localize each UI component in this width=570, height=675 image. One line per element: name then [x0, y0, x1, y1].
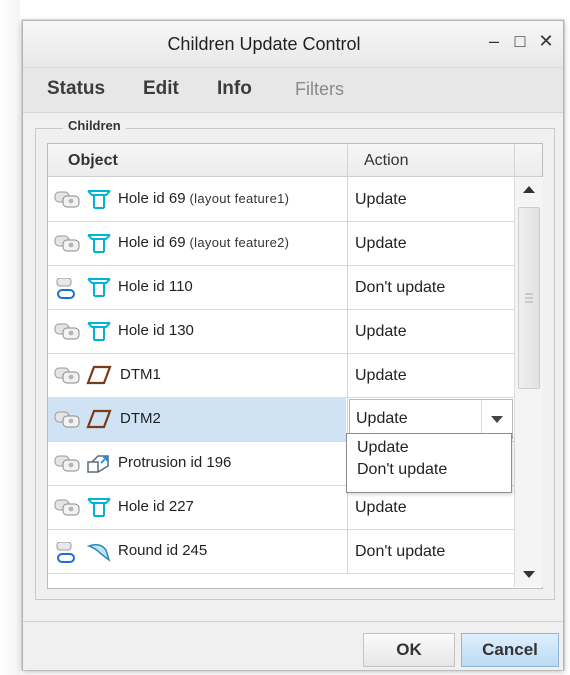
object-name: Hole id 110: [118, 278, 193, 295]
menu-info[interactable]: Info: [217, 78, 252, 100]
unlinked-icon: [54, 277, 82, 299]
object-label: DTM2: [120, 410, 161, 427]
linked-update-icon: [54, 454, 82, 472]
object-note: (layout feature1): [189, 191, 290, 206]
close-button[interactable]: ✕: [535, 31, 557, 52]
header-divider: [514, 144, 515, 176]
table-row[interactable]: DTM1 Update: [48, 353, 514, 398]
column-header-action[interactable]: Action: [364, 152, 408, 170]
object-label: Hole id 69: [118, 190, 186, 207]
menu-bar: Status Edit Info Filters: [23, 68, 563, 113]
object-name: DTM1: [120, 366, 161, 383]
object-note: (layout feature2): [189, 235, 290, 250]
object-name: Hole id 227: [118, 498, 194, 515]
object-label: Hole id 227: [118, 498, 194, 515]
object-cell[interactable]: Round id 245: [48, 529, 346, 573]
action-select-value: Update: [356, 410, 408, 427]
table-row[interactable]: Hole id 69 (layout feature2) Update: [48, 221, 514, 266]
menu-status[interactable]: Status: [47, 78, 105, 100]
object-cell[interactable]: Hole id 69 (layout feature1): [48, 177, 346, 221]
hole-feature-icon: [86, 188, 112, 210]
linked-update-icon: [54, 366, 82, 384]
object-name: Protrusion id 196: [118, 454, 231, 471]
maximize-button[interactable]: □: [509, 31, 531, 52]
object-cell[interactable]: Hole id 130: [48, 309, 346, 353]
dialog-footer: OK Cancel: [23, 621, 563, 670]
title-bar: Children Update Control – □ ✕: [23, 21, 563, 68]
action-value: Don't update: [355, 543, 446, 560]
action-value: Update: [355, 323, 407, 340]
linked-update-icon: [54, 498, 82, 516]
object-name: Hole id 130: [118, 322, 194, 339]
object-name: Round id 245: [118, 542, 207, 559]
linked-update-icon: [54, 234, 82, 252]
action-value: Update: [355, 499, 407, 516]
dropdown-option-dont-update[interactable]: Don't update: [357, 461, 447, 479]
hole-feature-icon: [86, 320, 112, 342]
object-cell[interactable]: Hole id 69 (layout feature2): [48, 221, 346, 265]
object-cell[interactable]: DTM2: [48, 397, 346, 441]
scrollbar-thumb[interactable]: [518, 207, 540, 389]
unlinked-icon: [54, 541, 82, 563]
table-header: Object Action: [48, 144, 542, 177]
object-label: Hole id 69: [118, 234, 186, 251]
header-divider: [347, 144, 348, 176]
scroll-down-arrow-icon[interactable]: [515, 561, 543, 587]
action-value: Update: [355, 191, 407, 208]
action-value: Don't update: [355, 279, 446, 296]
linked-update-icon: [54, 190, 82, 208]
object-name: DTM2: [120, 410, 161, 427]
table-row[interactable]: Hole id 110 Don't update: [48, 265, 514, 310]
protrusion-feature-icon: [86, 452, 112, 474]
dropdown-option-update[interactable]: Update: [357, 439, 409, 457]
action-value: Update: [355, 367, 407, 384]
object-label: Hole id 130: [118, 322, 194, 339]
hole-feature-icon: [86, 276, 112, 298]
linked-update-icon: [54, 410, 82, 428]
object-cell[interactable]: Hole id 110: [48, 265, 346, 309]
children-update-control-dialog: Children Update Control – □ ✕ Status Edi…: [22, 20, 564, 670]
object-label: Round id 245: [118, 542, 208, 559]
table-row[interactable]: Hole id 69 (layout feature1) Update: [48, 177, 514, 222]
minimize-button[interactable]: –: [483, 31, 505, 52]
object-name: Hole id 69 (layout feature1): [118, 190, 289, 207]
vertical-scrollbar[interactable]: [514, 177, 543, 587]
cancel-button[interactable]: Cancel: [461, 633, 559, 667]
hole-feature-icon: [86, 496, 112, 518]
children-group-label: Children: [63, 118, 126, 133]
hole-feature-icon: [86, 232, 112, 254]
object-label: Protrusion id 196: [118, 454, 232, 471]
linked-update-icon: [54, 322, 82, 340]
background-window-edge: [0, 0, 20, 675]
column-header-object[interactable]: Object: [68, 152, 118, 170]
action-dropdown-list[interactable]: Update Don't update: [346, 433, 512, 493]
ok-button[interactable]: OK: [363, 633, 455, 667]
object-cell[interactable]: Protrusion id 196: [48, 441, 346, 485]
menu-edit[interactable]: Edit: [143, 78, 179, 100]
datum-plane-icon: [86, 408, 112, 430]
window-title: Children Update Control: [167, 34, 361, 54]
object-label: DTM1: [120, 366, 161, 383]
object-label: Hole id 110: [118, 278, 193, 295]
object-cell[interactable]: Hole id 227: [48, 485, 346, 529]
table-row[interactable]: Hole id 130 Update: [48, 309, 514, 354]
action-value: Update: [355, 235, 407, 252]
menu-filters[interactable]: Filters: [295, 79, 344, 100]
round-feature-icon: [86, 540, 112, 563]
children-table: Object Action Hole id 69 (layout feature1…: [47, 143, 543, 589]
scroll-up-arrow-icon[interactable]: [515, 177, 543, 203]
object-cell[interactable]: DTM1: [48, 353, 346, 397]
object-name: Hole id 69 (layout feature2): [118, 234, 289, 251]
datum-plane-icon: [86, 364, 112, 386]
table-row[interactable]: Round id 245 Don't update: [48, 529, 514, 574]
